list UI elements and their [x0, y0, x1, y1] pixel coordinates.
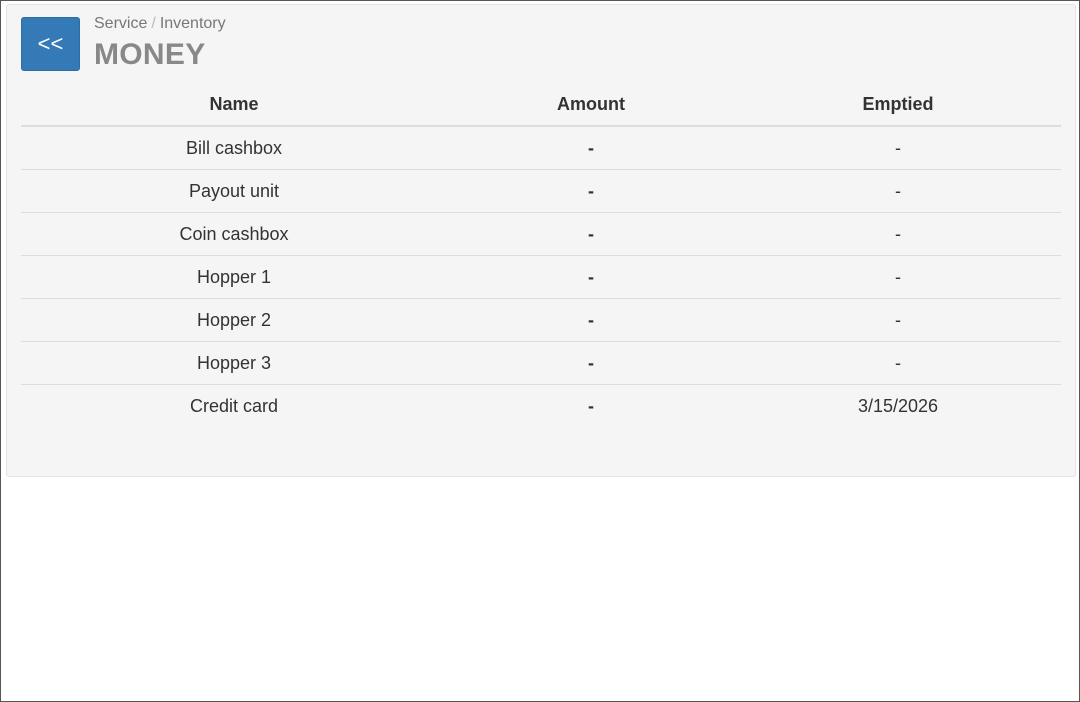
breadcrumb-inventory-link[interactable]: Inventory	[160, 15, 226, 32]
table-row: Hopper 2 - -	[21, 298, 1061, 342]
table-header-row: Name Amount Emptied	[21, 83, 1061, 127]
row-amount-cell: -	[447, 255, 735, 299]
breadcrumb: Service / Inventory	[94, 15, 226, 33]
row-name-cell: Bill cashbox	[21, 126, 447, 170]
table-row: Credit card - 3/15/2026	[21, 385, 1061, 428]
breadcrumb-separator: /	[151, 15, 156, 32]
row-name-cell: Payout unit	[21, 169, 447, 213]
money-table: Name Amount Emptied Bill cashbox - - Pay…	[21, 83, 1061, 427]
row-emptied-cell: -	[735, 169, 1061, 213]
row-amount-cell: -	[447, 298, 735, 342]
row-amount-cell: -	[447, 212, 735, 256]
table-row: Bill cashbox - -	[21, 126, 1061, 170]
row-amount-cell: -	[447, 126, 735, 170]
row-amount-cell: -	[588, 395, 594, 416]
row-name-cell: Coin cashbox	[21, 212, 447, 256]
row-emptied-cell: -	[735, 212, 1061, 256]
column-header-name: Name	[21, 83, 447, 127]
row-emptied-cell: 3/15/2026	[857, 395, 939, 416]
row-name-cell: Hopper 3	[21, 341, 447, 385]
row-name-cell: Credit card	[189, 395, 279, 416]
table-row: Payout unit - -	[21, 169, 1061, 213]
page-title: MONEY	[94, 38, 206, 71]
row-amount-cell: -	[447, 169, 735, 213]
row-emptied-cell: -	[735, 255, 1061, 299]
row-name-cell: Hopper 1	[21, 255, 447, 299]
back-button[interactable]: <<	[21, 17, 80, 71]
row-name-cell: Hopper 2	[21, 298, 447, 342]
row-emptied-cell: -	[735, 126, 1061, 170]
breadcrumb-service-link[interactable]: Service	[94, 15, 147, 32]
row-emptied-cell: -	[735, 341, 1061, 385]
table-row: Coin cashbox - -	[21, 212, 1061, 256]
column-header-amount: Amount	[447, 83, 735, 127]
row-emptied-cell: -	[735, 298, 1061, 342]
window-frame: << Service / Inventory MONEY Name Amount E…	[0, 0, 1080, 702]
table-row: Hopper 3 - -	[21, 341, 1061, 385]
money-panel: << Service / Inventory MONEY Name Amount E…	[6, 4, 1076, 477]
table-row: Hopper 1 - -	[21, 255, 1061, 299]
column-header-emptied: Emptied	[735, 83, 1061, 127]
row-amount-cell: -	[447, 341, 735, 385]
